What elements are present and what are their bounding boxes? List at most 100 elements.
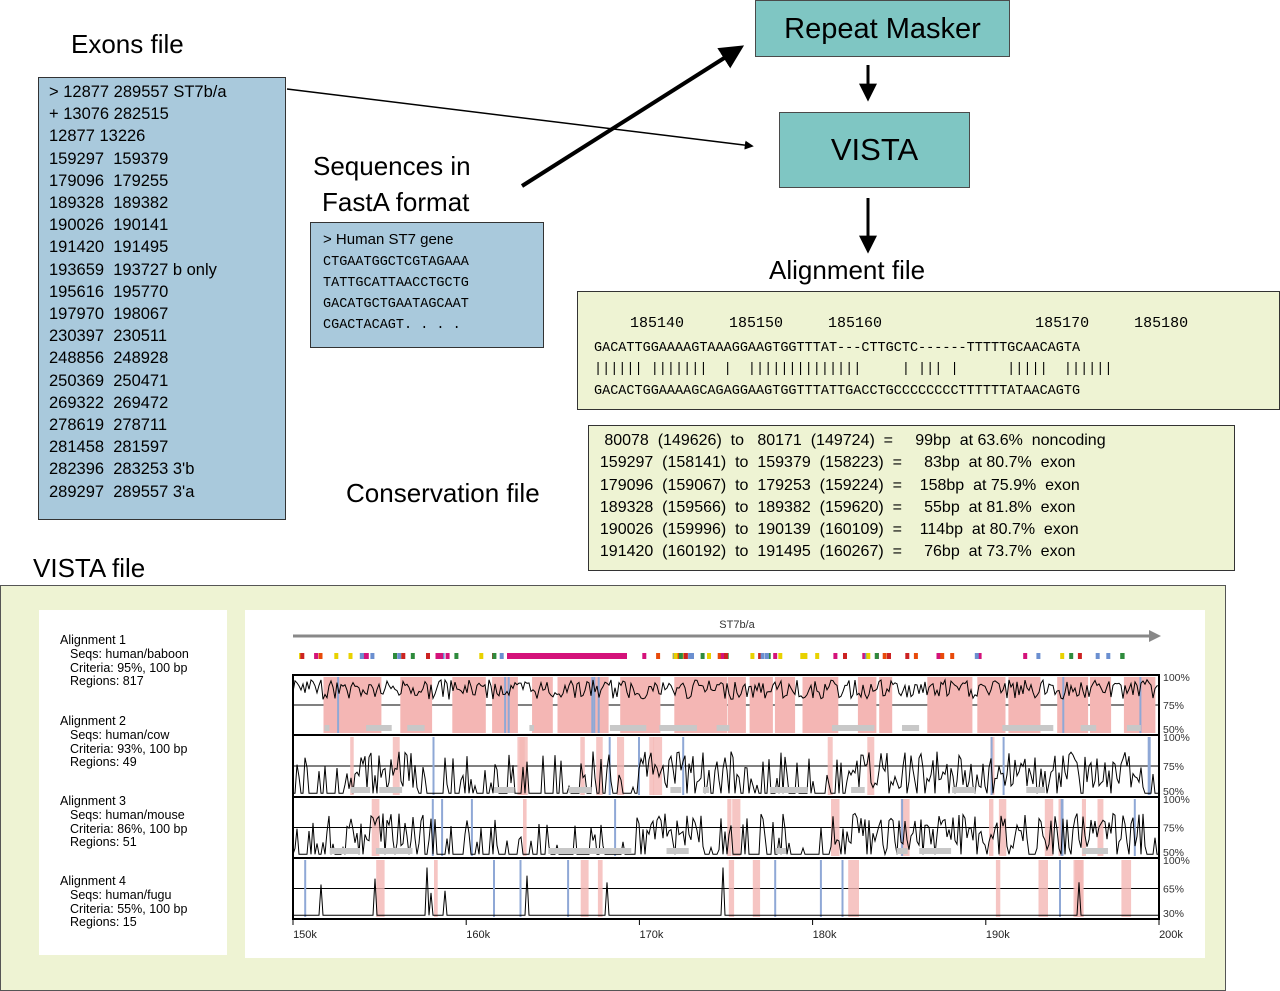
annotation-mark <box>815 653 820 659</box>
exon-marker <box>567 860 570 917</box>
exon-marker <box>432 737 435 795</box>
x-tick-label: 170k <box>639 929 663 941</box>
exon-marker <box>1148 737 1151 795</box>
exon-marker <box>774 860 777 917</box>
annotation-mark <box>499 653 504 659</box>
exon-marker <box>841 860 844 917</box>
fasta-box: > Human ST7 gene CTGAATGGCTCGTAGAAA TATTG… <box>310 222 544 348</box>
conserved-region <box>977 677 1000 733</box>
exon-marker <box>493 860 495 917</box>
conserved-region <box>523 799 527 856</box>
conservation-row: 179096 (159067) to 179253 (159224) = 158… <box>591 476 1080 494</box>
repeat-bar <box>659 725 673 731</box>
alignment-criteria: Criteria: 86%, 100 bp <box>70 821 188 836</box>
arrow-fasta-to-repeatmasker <box>520 45 745 188</box>
repeat-bar <box>1082 848 1108 854</box>
conserved-region <box>727 677 746 733</box>
alignment-title: Alignment 4 <box>60 874 127 888</box>
y-tick-label: 75% <box>1163 823 1184 835</box>
exon-line: > 12877 289557 ST7b/a <box>49 83 227 101</box>
conserved-region <box>580 860 589 917</box>
annotation-mark <box>359 653 364 659</box>
exon-line: 269322 269472 <box>49 393 169 412</box>
conserved-region <box>620 677 647 733</box>
exon-line: + 13076 282515 <box>49 105 169 124</box>
vista-plot-panel: ST7b/a 100% 75% 50% 100% 75% 50% 100% 75% 50% 100%… <box>245 610 1205 958</box>
repeat-bar <box>366 725 391 731</box>
conserved-region <box>345 677 369 733</box>
annotation-mark <box>724 653 728 659</box>
alignment-file-box: 185140 185150 185160 185170 185180 GACAT… <box>577 291 1280 410</box>
conserved-region <box>1038 860 1048 917</box>
conservation-file-box: 80078 (149626) to 80171 (149724) = 99bp … <box>588 425 1235 571</box>
exon-marker <box>682 737 685 795</box>
repeat-bar <box>598 848 606 854</box>
exon-line: 250369 250471 <box>49 371 169 390</box>
exon-marker <box>1062 677 1065 733</box>
annotation-mark <box>642 653 647 659</box>
exons-list: > 12877 289557 ST7b/a + 13076 282515 12877… <box>49 81 227 503</box>
x-tick-label: 180k <box>813 929 837 941</box>
annotation-mark <box>866 653 871 659</box>
repeat-bar <box>855 725 875 731</box>
repeat-bar <box>856 787 865 793</box>
annotation-mark <box>410 653 415 659</box>
exon-marker <box>519 860 522 917</box>
repeat-bar <box>669 725 697 731</box>
annotation-mark <box>318 653 323 659</box>
exon-line: 193659 193727 b only <box>49 260 217 279</box>
exon-line: 281458 281597 <box>49 438 169 457</box>
annotation-mark <box>435 653 440 659</box>
gene-arrow-head <box>1149 630 1161 642</box>
exon-marker <box>304 860 307 917</box>
alignment-seqs: Seqs: human/cow <box>70 727 170 742</box>
annotation-mark <box>882 653 887 659</box>
annotation-mark <box>913 653 918 659</box>
alignment-info-2: Alignment 2 Seqs: human/cow Criteria: 93%,… <box>60 714 187 770</box>
conserved-region <box>989 799 994 856</box>
repeat-bar <box>775 848 787 854</box>
annotation-mark <box>393 653 397 659</box>
x-tick-label: 160k <box>466 929 490 941</box>
y-tick-label: 100% <box>1163 672 1190 684</box>
annotation-mark <box>439 653 444 659</box>
conserved-region <box>774 677 796 733</box>
repeat-bar <box>1126 725 1141 731</box>
repeat-bar <box>568 787 592 793</box>
fasta-line: TATTGCATTAACCTGCTG <box>323 276 469 291</box>
conserved-region <box>371 799 380 856</box>
annotation-mark <box>364 653 369 659</box>
repeat-bar <box>324 725 330 731</box>
vista-plot: ST7b/a100%75%50%100%75%50%100%75%50%100%… <box>292 619 1190 941</box>
y-tick-label: 65% <box>1163 884 1184 896</box>
annotation-mark <box>1106 653 1111 659</box>
arrow-exons-to-vista <box>286 88 754 150</box>
annotation-mark <box>1036 653 1041 659</box>
conservation-list: 80078 (149626) to 80171 (149724) = 99bp … <box>591 430 1106 564</box>
annotation-mark <box>673 653 678 659</box>
conserved-region <box>597 860 603 917</box>
annotation-mark <box>843 653 847 659</box>
conserved-region <box>400 677 418 733</box>
conserved-region <box>863 677 877 733</box>
conserved-region <box>712 677 728 733</box>
alignment-regions: Regions: 51 <box>70 835 137 850</box>
repeat-bar <box>329 848 361 854</box>
exon-line: 189328 189382 <box>49 194 169 213</box>
alignment-info-1: Alignment 1 Seqs: human/baboon Criteria: 9… <box>60 633 189 689</box>
repeat-bar <box>407 725 425 731</box>
conservation-row: 80078 (149626) to 80171 (149724) = 99bp … <box>591 432 1106 449</box>
conserved-region <box>728 860 735 917</box>
conserved-region <box>376 860 385 917</box>
repeat-bar <box>716 725 730 731</box>
conserved-region <box>434 860 438 917</box>
conserved-region <box>1061 677 1089 733</box>
annotation-mark <box>1077 653 1082 659</box>
exon-line: 12877 13226 <box>49 127 146 146</box>
annotation-mark <box>445 653 450 659</box>
annotation-mark <box>454 653 459 659</box>
y-tick-label: 100% <box>1163 732 1190 744</box>
annotation-mark <box>950 653 955 659</box>
repeat-bar <box>379 787 403 793</box>
exon-marker <box>819 860 822 917</box>
